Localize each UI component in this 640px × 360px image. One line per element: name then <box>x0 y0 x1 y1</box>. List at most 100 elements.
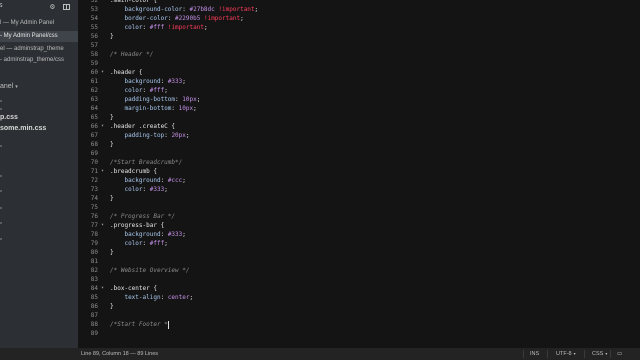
line-number: 81 <box>90 258 98 265</box>
code-token: color <box>124 240 143 247</box>
tree-dot <box>0 108 2 110</box>
line-number: 85 <box>90 294 98 301</box>
code-token: } <box>110 303 114 310</box>
line-number: 61 <box>90 78 98 85</box>
code-line: .breadcrumb { <box>110 167 157 176</box>
code-token: : <box>142 24 150 31</box>
code-token: } <box>110 114 114 121</box>
code-token: } <box>110 33 114 40</box>
code-line: border-color: #2290b5 !important; <box>110 14 243 23</box>
line-number: 72 <box>90 177 98 184</box>
code-token: } <box>110 141 114 148</box>
chevron-down-icon: ▾ <box>15 84 18 90</box>
syntax-selector[interactable]: CSS ▾ <box>592 348 607 360</box>
code-line: margin-bottom: 10px; <box>110 104 196 113</box>
code-token: border-color <box>124 15 168 22</box>
code-token: #fff <box>149 240 165 247</box>
code-token: 10px <box>182 96 197 103</box>
fold-arrow-icon[interactable]: ▾ <box>101 167 106 176</box>
line-number: 77 <box>90 222 98 229</box>
code-token: 10px <box>178 105 194 112</box>
code-token: background <box>124 177 161 184</box>
line-number: 63 <box>90 96 98 103</box>
split-view-icon[interactable] <box>63 4 70 10</box>
code-token: #333 <box>167 231 183 238</box>
sidebar-file-css[interactable]: p.css <box>0 113 18 123</box>
code-token: : <box>142 240 150 247</box>
fold-arrow-icon[interactable]: ▾ <box>101 284 106 293</box>
code-token: ; <box>203 24 208 31</box>
syntax-label: CSS <box>592 351 604 357</box>
layout-toggle-icon[interactable]: ▭ <box>617 348 622 360</box>
code-line: background-color: #27b8dc !important; <box>110 5 258 14</box>
line-number: 62 <box>90 87 98 94</box>
code-line: color: #333; <box>110 185 167 194</box>
tree-dot <box>0 190 2 192</box>
insert-mode-indicator[interactable]: INS <box>530 348 539 360</box>
code-token: } <box>110 195 114 202</box>
code-token: #fff <box>149 87 165 94</box>
code-line: background: #333; <box>110 77 186 86</box>
line-number: 57 <box>90 42 98 49</box>
status-bar: Line 89, Column 18 — 89 Lines INS UTF-8 ▾… <box>0 348 640 360</box>
fold-arrow-icon[interactable]: ▾ <box>101 122 106 131</box>
fold-arrow-icon[interactable]: ▾ <box>101 68 106 77</box>
sidebar-item-adminstrap-theme[interactable]: el — adminstrap_theme <box>0 44 78 55</box>
line-number: 60 <box>90 69 98 76</box>
code-line: text-align: center; <box>110 293 193 302</box>
code-token: .header .createC { <box>110 123 176 130</box>
line-number: 79 <box>90 240 98 247</box>
code-token: #333 <box>149 186 165 193</box>
sidebar-folder-panel[interactable]: anel ▾ <box>0 83 18 90</box>
code-line: } <box>110 302 114 311</box>
line-number: 68 <box>90 141 98 148</box>
encoding-selector[interactable]: UTF-8 ▾ <box>556 348 576 360</box>
code-token: ; <box>189 294 194 301</box>
fold-arrow-icon[interactable]: ▾ <box>101 221 106 230</box>
line-number: 74 <box>90 195 98 202</box>
line-number: 87 <box>90 312 98 319</box>
status-divider <box>610 350 611 358</box>
code-token: /* Website Overview */ <box>110 267 190 274</box>
code-token: background-color <box>124 6 183 13</box>
code-token: : <box>160 231 168 238</box>
code-token: } <box>110 249 114 256</box>
line-number: 56 <box>90 33 98 40</box>
code-token: #27b8dc <box>189 6 215 13</box>
line-number: 80 <box>90 249 98 256</box>
line-number: 54 <box>90 15 98 22</box>
code-line: /* Header */ <box>110 50 153 59</box>
line-number: 65 <box>90 114 98 121</box>
line-number: 58 <box>90 51 98 58</box>
line-number-gutter: 52 53 54 55 56 57 58 59 60 ▾ 61 62 63 64 65 66 ▾ 67 68 69 70… <box>78 0 106 348</box>
chevron-down-icon: ▾ <box>605 351 608 356</box>
cursor-position: Line 89, Column 18 — 89 Lines <box>81 351 159 357</box>
code-token: ; <box>164 87 168 94</box>
line-number: 84 <box>90 285 98 292</box>
sidebar-item-my-admin-panel-css[interactable]: - My Admin Panel/css <box>0 31 78 42</box>
code-token: ; <box>254 6 259 13</box>
sidebar-item-adminstrap-theme-css[interactable]: - adminstrap_theme/css <box>0 55 78 66</box>
code-editor[interactable]: 52 53 54 55 56 57 58 59 60 ▾ 61 62 63 64 65 66 ▾ 67 68 69 70… <box>78 0 640 348</box>
tree-dot <box>0 100 2 102</box>
status-divider <box>584 350 585 358</box>
code-token: ; <box>182 78 186 85</box>
code-token: : <box>142 186 150 193</box>
code-line: /*Start Footer * <box>110 320 169 329</box>
sidebar-item-my-admin-panel[interactable]: l — My Admin Panel <box>0 18 78 29</box>
file-sidebar: s ⚙ l — My Admin Panel - My Admin Panel/… <box>0 0 78 348</box>
line-number: 64 <box>90 105 98 112</box>
gear-icon[interactable]: ⚙ <box>50 2 55 12</box>
code-token: ; <box>182 231 186 238</box>
line-number: 89 <box>90 330 98 337</box>
code-token: .main-color { <box>110 0 157 4</box>
code-line: .header .createC { <box>110 122 175 131</box>
code-token: ; <box>185 132 190 139</box>
code-token: .progress-bar { <box>110 222 165 229</box>
code-token: : <box>160 78 168 85</box>
code-line: } <box>110 32 114 41</box>
sidebar-file-some-min-css[interactable]: some.min.css <box>0 124 46 134</box>
